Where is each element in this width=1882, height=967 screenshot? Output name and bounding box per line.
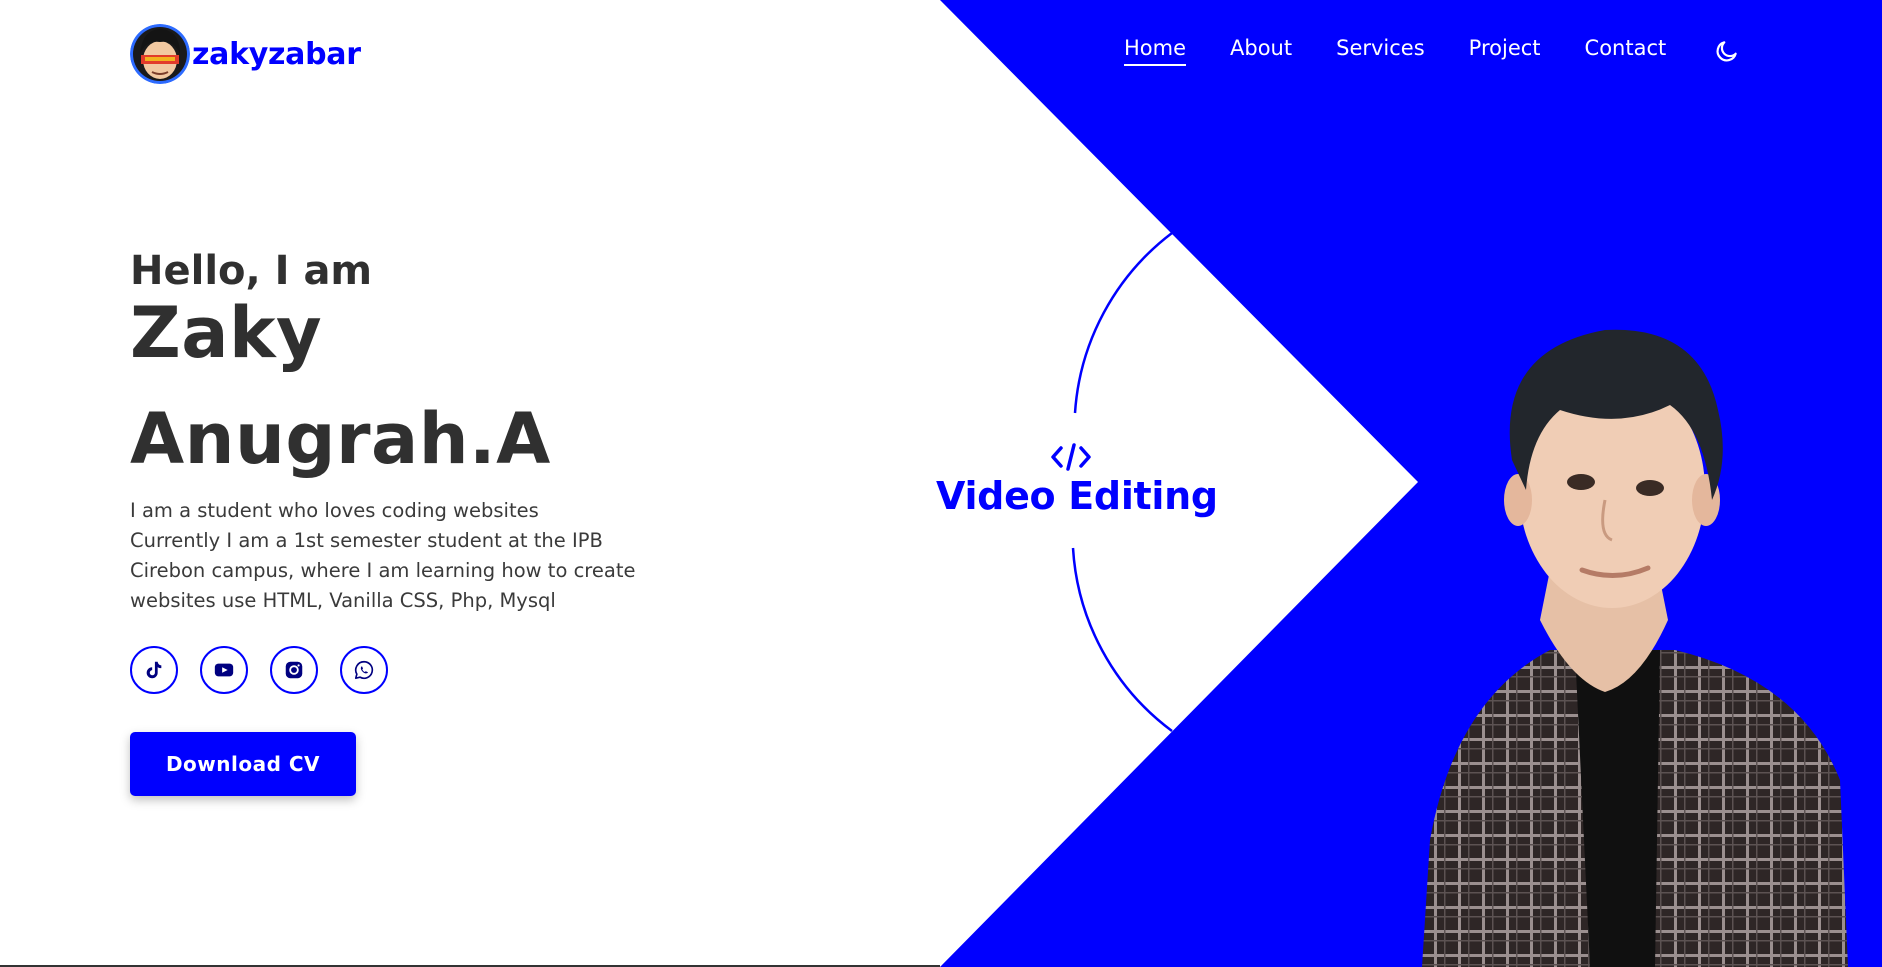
nav-services[interactable]: Services bbox=[1336, 36, 1425, 66]
logo-text: zakyzabar bbox=[192, 36, 361, 72]
whatsapp-link[interactable] bbox=[340, 646, 388, 694]
instagram-link[interactable] bbox=[270, 646, 318, 694]
code-icon bbox=[1051, 443, 1091, 471]
hero-skill-text: Video Editing bbox=[936, 474, 1218, 518]
logo-avatar bbox=[130, 24, 190, 84]
moon-icon bbox=[1716, 41, 1737, 62]
social-links bbox=[130, 646, 410, 694]
bio-line: websites use HTML, Vanilla CSS, Php, Mys… bbox=[130, 589, 556, 612]
whatsapp-icon bbox=[354, 660, 374, 680]
hero-bio: I am a student who loves coding websites… bbox=[130, 496, 690, 616]
theme-toggle-button[interactable] bbox=[1712, 36, 1742, 66]
nav-about[interactable]: About bbox=[1230, 36, 1292, 66]
nav-home[interactable]: Home bbox=[1124, 36, 1187, 66]
nav-contact[interactable]: Contact bbox=[1585, 36, 1667, 66]
main-nav: Home About Services Project Contact bbox=[1124, 36, 1742, 66]
nav-project[interactable]: Project bbox=[1469, 36, 1541, 66]
instagram-icon bbox=[285, 661, 303, 679]
profile-photo bbox=[1422, 329, 1848, 967]
hero-greeting: Hello, I am bbox=[130, 248, 373, 294]
tiktok-icon bbox=[146, 661, 162, 679]
download-cv-button[interactable]: Download CV bbox=[130, 732, 356, 796]
hero-name-first: Zaky bbox=[130, 292, 323, 374]
page: zakyzabar Home About Services Project Co… bbox=[0, 0, 1882, 967]
youtube-link[interactable] bbox=[200, 646, 248, 694]
bio-line: I am a student who loves coding websites bbox=[130, 499, 539, 522]
logo[interactable]: zakyzabar bbox=[130, 22, 361, 86]
hero-name-last: Anugrah.A bbox=[130, 398, 551, 480]
youtube-icon bbox=[214, 663, 234, 677]
tiktok-link[interactable] bbox=[130, 646, 178, 694]
bio-line: Currently I am a 1st semester student at… bbox=[130, 529, 603, 552]
bio-line: Cirebon campus, where I am learning how … bbox=[130, 559, 636, 582]
